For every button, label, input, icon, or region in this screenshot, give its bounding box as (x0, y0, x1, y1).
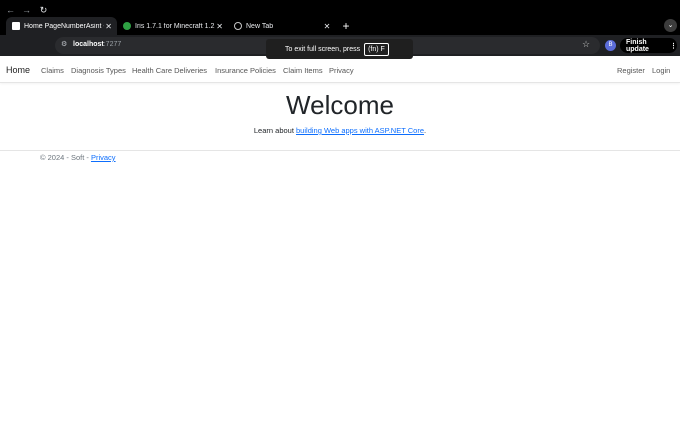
url-host: localhost (73, 41, 104, 48)
bookmark-star-icon[interactable]: ☆ (582, 39, 590, 50)
lead-prefix: Learn about (253, 126, 297, 135)
fullscreen-toast-key: (fn) F (364, 42, 389, 56)
more-vert-icon: ⋮ (670, 42, 677, 50)
tab-title: New Tab (246, 22, 274, 30)
green-globe-icon (123, 22, 131, 30)
nav-item-claim-items[interactable]: Claim Items (283, 66, 323, 75)
footer-divider (0, 150, 680, 151)
finish-update-button[interactable]: Finish update ⋮ (620, 38, 677, 53)
footer: © 2024 - Soft - Privacy (40, 153, 116, 162)
url-port: :7277 (103, 41, 122, 48)
aspnet-docs-link[interactable]: building Web apps with ASP.NET Core (296, 126, 424, 135)
reload-icon[interactable]: ↻ (37, 4, 50, 17)
close-tab-icon[interactable]: ✕ (322, 22, 332, 31)
fullscreen-toast-text: To exit full screen, press (285, 45, 361, 53)
close-tab-icon[interactable]: ✕ (104, 22, 113, 31)
finish-update-label: Finish update (626, 38, 649, 53)
close-tab-icon[interactable]: ✕ (215, 22, 224, 31)
footer-copyright: © 2024 - Soft - (40, 153, 91, 162)
url-text[interactable]: localhost:7277 (73, 41, 121, 48)
profile-avatar[interactable]: B (605, 40, 616, 51)
new-tab-button[interactable]: + (340, 19, 352, 33)
forward-arrow-icon[interactable]: → (20, 4, 33, 17)
lead-suffix: . (424, 126, 427, 135)
tab-title: Home PageNumberAsint - So (24, 22, 104, 30)
lead-text: Learn about building Web apps with ASP.N… (0, 126, 680, 135)
nav-item-privacy[interactable]: Privacy (329, 66, 354, 75)
page-title: Welcome (286, 90, 394, 120)
register-link[interactable]: Register (617, 66, 645, 75)
navbar-brand[interactable]: Home (6, 65, 30, 75)
tab-title: Iris 1.7.1 for Minecraft 1.21 - I (135, 22, 215, 30)
tab-iris[interactable]: Iris 1.7.1 for Minecraft 1.21 - I ✕ (117, 17, 228, 35)
globe-icon (234, 22, 242, 30)
footer-privacy-link[interactable]: Privacy (91, 153, 116, 162)
tab-home[interactable]: Home PageNumberAsint - So ✕ (6, 17, 117, 35)
nav-item-diagnosis-types[interactable]: Diagnosis Types (71, 66, 126, 75)
site-settings-icon[interactable]: ⚙ (61, 41, 69, 49)
document-icon (12, 22, 20, 30)
back-arrow-icon[interactable]: ← (4, 4, 17, 17)
tab-search-chevron-icon[interactable]: ⌄ (664, 19, 677, 32)
tab-new-tab[interactable]: New Tab ✕ (228, 17, 336, 35)
login-link[interactable]: Login (652, 66, 670, 75)
nav-item-claims[interactable]: Claims (41, 66, 64, 75)
nav-item-health-care-deliveries[interactable]: Health Care Deliveries (132, 66, 207, 75)
nav-item-insurance-policies[interactable]: Insurance Policies (215, 66, 276, 75)
